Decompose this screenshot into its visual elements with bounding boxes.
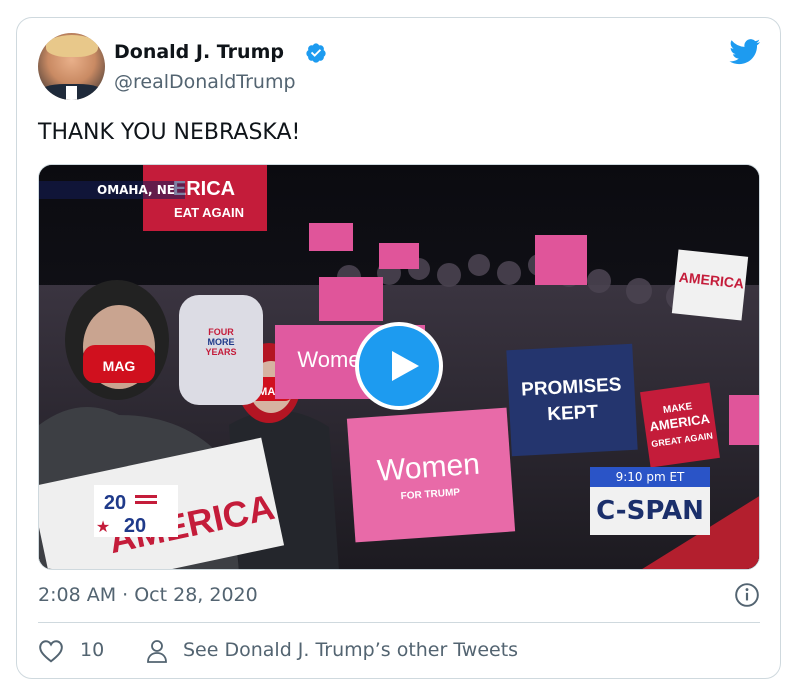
tweet-text: THANK YOU NEBRASKA! [38, 120, 301, 145]
avatar-shirt [66, 86, 77, 100]
broadcast-time-badge: 9:10 pm ET [590, 467, 710, 487]
avatar-hair [46, 35, 98, 57]
play-button[interactable] [355, 322, 443, 410]
twitter-bird-icon[interactable] [729, 39, 761, 65]
tweet-card: Donald J. Trump @realDonaldTrump THANK Y… [16, 17, 781, 679]
network-logo: C-SPAN [590, 487, 710, 535]
location-label: OMAHA, NE [39, 181, 185, 199]
author-handle[interactable]: @realDonaldTrump [114, 71, 296, 93]
svg-text:MAG: MAG [103, 358, 136, 374]
logo-2020-top: 20 [104, 492, 126, 514]
info-icon[interactable] [734, 582, 760, 608]
like-count[interactable]: 10 [80, 639, 104, 661]
svg-text:FOUR: FOUR [208, 327, 234, 337]
tweet-timestamp[interactable]: 2:08 AM · Oct 28, 2020 [38, 584, 258, 606]
heart-icon[interactable] [38, 639, 64, 663]
play-icon [392, 351, 419, 381]
author-name[interactable]: Donald J. Trump [114, 41, 284, 63]
sign-promises-line2: KEPT [547, 402, 599, 426]
divider [38, 622, 760, 623]
svg-text:YEARS: YEARS [205, 347, 236, 357]
verified-badge-icon [306, 43, 326, 63]
video-player[interactable]: ERICA EAT AGAIN AMERICA MAG MAG FOUR MOR… [38, 164, 760, 570]
person-icon[interactable] [145, 638, 169, 664]
svg-text:Wome: Wome [297, 347, 360, 372]
logo-2020-bottom: 20 [124, 515, 146, 537]
avatar[interactable] [38, 33, 105, 100]
svg-text:MORE: MORE [208, 337, 235, 347]
svg-text:★: ★ [96, 517, 110, 536]
svg-text:EAT AGAIN: EAT AGAIN [174, 205, 244, 220]
see-other-tweets-link[interactable]: See Donald J. Trump’s other Tweets [183, 639, 518, 661]
